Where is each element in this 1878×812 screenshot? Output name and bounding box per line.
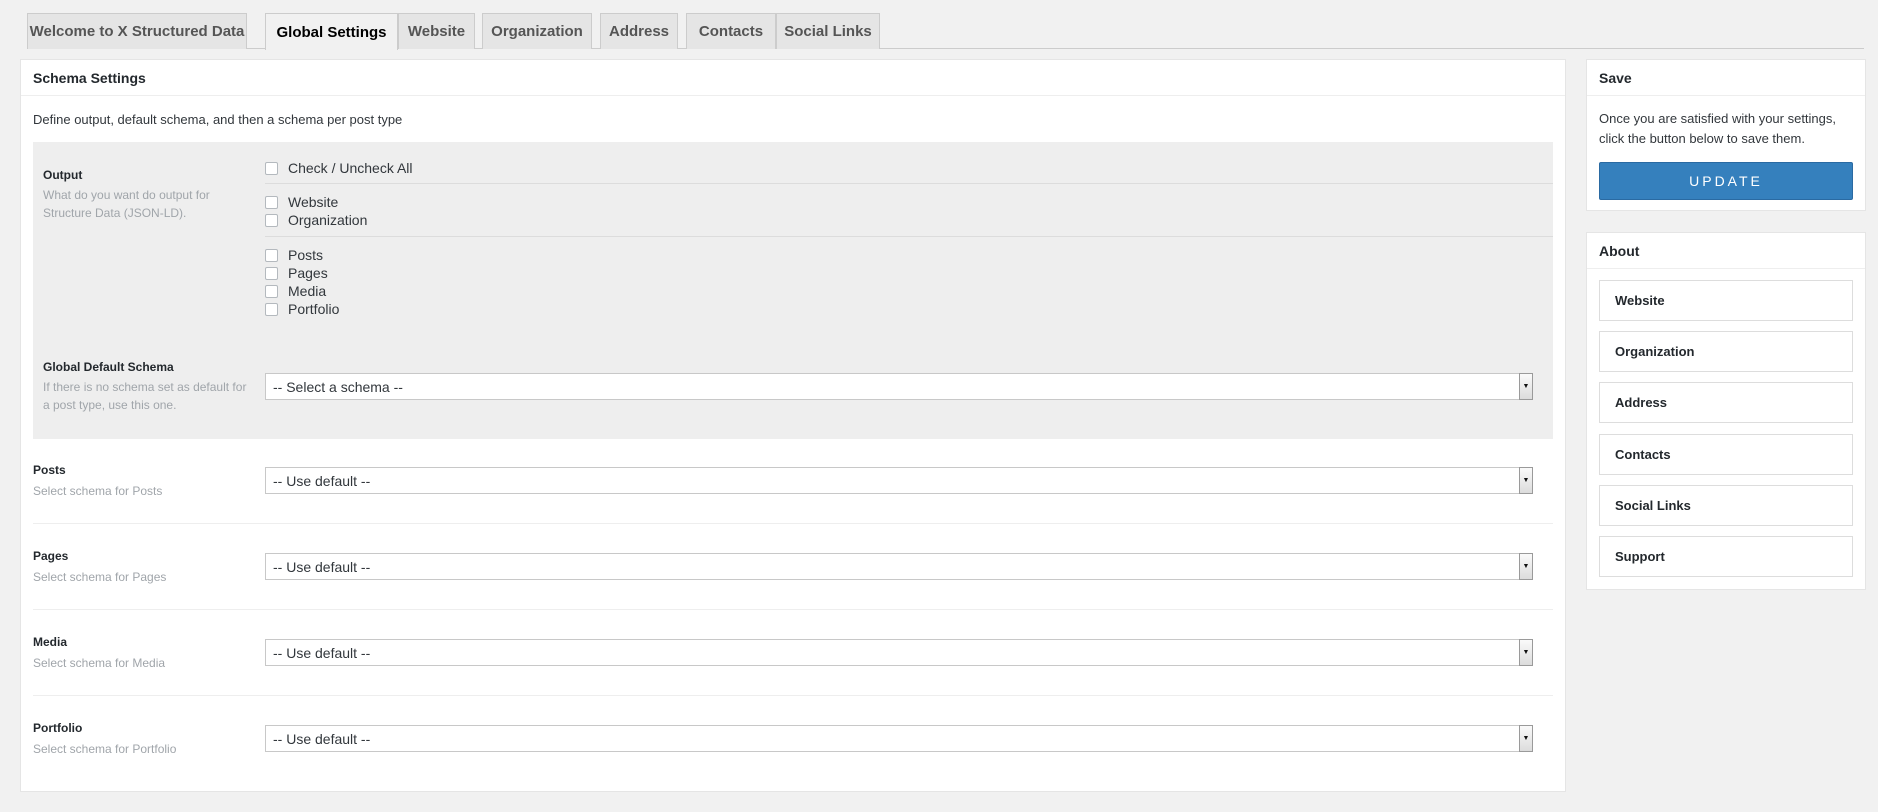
posts-description: Select schema for Posts — [33, 484, 163, 498]
intro-text: Define output, default schema, and then … — [33, 112, 403, 127]
about-item-contacts[interactable]: Contacts — [1599, 434, 1853, 475]
divider — [33, 609, 1553, 610]
checkbox[interactable] — [265, 284, 278, 298]
output-option[interactable]: Media — [265, 282, 326, 300]
checkbox-label: Portfolio — [288, 301, 340, 317]
checkbox-label: Website — [288, 194, 339, 210]
about-item-address[interactable]: Address — [1599, 382, 1853, 423]
media-schema-select[interactable]: -- Use default -- ▼ — [265, 639, 1533, 666]
about-item-support[interactable]: Support — [1599, 536, 1853, 577]
tab-address[interactable]: Address — [600, 13, 678, 49]
checkbox[interactable] — [265, 195, 278, 209]
global-default-description: If there is no schema set as default for… — [43, 380, 247, 412]
media-description: Select schema for Media — [33, 656, 166, 670]
checkbox[interactable] — [265, 161, 278, 175]
chevron-down-icon[interactable]: ▼ — [1519, 639, 1533, 666]
output-option[interactable]: Organization — [265, 211, 367, 229]
divider — [33, 695, 1553, 696]
output-label: Output — [43, 168, 83, 182]
select-value: -- Select a schema -- — [273, 378, 403, 395]
panel-title: Schema Settings — [21, 60, 1565, 96]
tab-organization[interactable]: Organization — [482, 13, 592, 49]
check-all[interactable]: Check / Uncheck All — [265, 159, 413, 177]
save-instructions: Once you are satisfied with your setting… — [1599, 111, 1837, 146]
update-button[interactable]: UPDATE — [1599, 162, 1853, 200]
global-default-label: Global Default Schema — [43, 360, 174, 374]
posts-label: Posts — [33, 463, 66, 477]
divider — [265, 183, 1553, 184]
checkbox[interactable] — [265, 266, 278, 280]
checkbox[interactable] — [265, 302, 278, 316]
pages-label: Pages — [33, 549, 69, 563]
output-option[interactable]: Pages — [265, 264, 328, 282]
chevron-down-icon[interactable]: ▼ — [1519, 725, 1533, 752]
about-item-social-links[interactable]: Social Links — [1599, 485, 1853, 526]
divider — [33, 523, 1553, 524]
about-item-organization[interactable]: Organization — [1599, 331, 1853, 372]
chevron-down-icon[interactable]: ▼ — [1519, 467, 1533, 494]
output-option[interactable]: Portfolio — [265, 300, 339, 318]
posts-schema-select[interactable]: -- Use default -- ▼ — [265, 467, 1533, 494]
media-label: Media — [33, 635, 68, 649]
checkbox-label: Pages — [288, 265, 328, 281]
pages-schema-select[interactable]: -- Use default -- ▼ — [265, 553, 1533, 580]
tab-welcome[interactable]: Welcome to X Structured Data — [27, 13, 247, 49]
output-description: What do you want do output for Structure… — [43, 188, 210, 220]
chevron-down-icon[interactable]: ▼ — [1519, 373, 1533, 400]
pages-description: Select schema for Pages — [33, 570, 167, 584]
schema-settings-panel: Schema Settings Define output, default s… — [20, 59, 1566, 792]
portfolio-label: Portfolio — [33, 721, 83, 735]
checkbox[interactable] — [265, 248, 278, 262]
select-value: -- Use default -- — [273, 644, 371, 661]
select-value: -- Use default -- — [273, 558, 371, 575]
select-value: -- Use default -- — [273, 730, 371, 747]
tab-global-settings[interactable]: Global Settings — [265, 13, 398, 50]
global-default-select[interactable]: -- Select a schema -- ▼ — [265, 373, 1533, 400]
select-value: -- Use default -- — [273, 472, 371, 489]
output-option[interactable]: Website — [265, 193, 338, 211]
tab-contacts[interactable]: Contacts — [686, 13, 776, 49]
checkbox-label: Check / Uncheck All — [288, 160, 413, 176]
about-title: About — [1587, 233, 1865, 269]
about-panel: About Website Organization Address Conta… — [1586, 232, 1866, 590]
checkbox[interactable] — [265, 213, 278, 227]
tab-website[interactable]: Website — [398, 13, 475, 49]
output-option[interactable]: Posts — [265, 246, 323, 264]
about-item-website[interactable]: Website — [1599, 280, 1853, 321]
save-panel: Save Once you are satisfied with your se… — [1586, 59, 1866, 211]
save-title: Save — [1587, 60, 1865, 96]
divider — [265, 236, 1553, 237]
tab-social-links[interactable]: Social Links — [776, 13, 880, 49]
checkbox-label: Media — [288, 283, 327, 299]
checkbox-label: Organization — [288, 212, 368, 228]
portfolio-description: Select schema for Portfolio — [33, 742, 177, 756]
output-section: Output What do you want do output for St… — [33, 142, 1553, 439]
settings-tabs: Welcome to X Structured Data Global Sett… — [27, 13, 1864, 50]
checkbox-label: Posts — [288, 247, 324, 263]
portfolio-schema-select[interactable]: -- Use default -- ▼ — [265, 725, 1533, 752]
chevron-down-icon[interactable]: ▼ — [1519, 553, 1533, 580]
